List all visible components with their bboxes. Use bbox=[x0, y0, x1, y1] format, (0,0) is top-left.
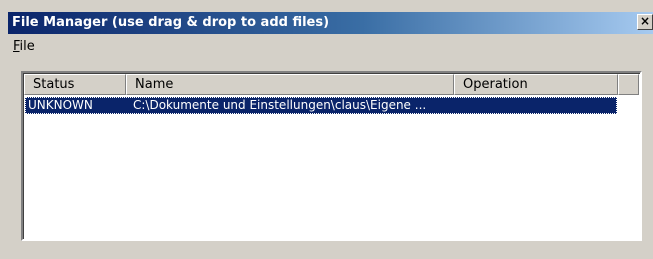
window-title: File Manager (use drag & drop to add fil… bbox=[12, 15, 330, 30]
menu-item-file[interactable]: File bbox=[13, 39, 35, 54]
column-header-name[interactable]: Name bbox=[126, 74, 454, 95]
title-bar[interactable]: File Manager (use drag & drop to add fil… bbox=[8, 12, 653, 34]
menu-item-file-label: ile bbox=[19, 39, 35, 54]
close-icon: × bbox=[639, 14, 651, 28]
row-status: UNKNOWN bbox=[28, 98, 93, 112]
row-name: C:\Dokumente und Einstellungen\claus\Eig… bbox=[133, 98, 427, 112]
close-button[interactable]: × bbox=[637, 14, 653, 30]
column-header-filler bbox=[618, 74, 639, 95]
list-header: Status Name Operation bbox=[24, 74, 639, 95]
table-row[interactable]: UNKNOWN C:\Dokumente und Einstellungen\c… bbox=[25, 97, 617, 114]
file-list[interactable]: Status Name Operation UNKNOWN C:\Dokumen… bbox=[21, 71, 642, 241]
menu-bar: File bbox=[8, 36, 653, 56]
column-header-status[interactable]: Status bbox=[24, 74, 126, 95]
file-manager-window: File Manager (use drag & drop to add fil… bbox=[0, 0, 653, 259]
column-header-operation[interactable]: Operation bbox=[454, 74, 618, 95]
